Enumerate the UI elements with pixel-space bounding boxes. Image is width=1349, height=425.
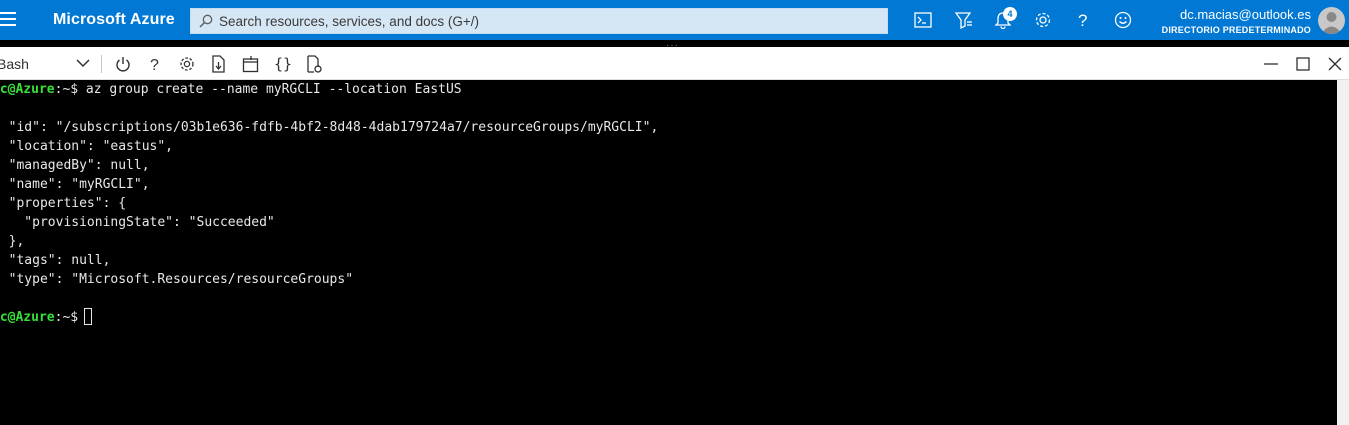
top-bar: Microsoft Azure 4 ? dc.macias@outlook.es…	[0, 0, 1349, 40]
brand-title[interactable]: Microsoft Azure	[53, 11, 175, 29]
maximize-icon[interactable]	[1294, 55, 1312, 73]
output-line: "tags": null,	[0, 253, 111, 268]
power-icon[interactable]	[114, 55, 132, 73]
user-directory: DIRECTORIO PREDETERMINADO	[1161, 25, 1311, 35]
shell-selector-value: Bash	[0, 56, 29, 72]
toolbar-divider	[101, 55, 102, 73]
cloud-shell-icon[interactable]	[913, 10, 933, 30]
prompt-user: dc@Azure	[0, 82, 55, 97]
output-line: "name": "myRGCLI",	[0, 177, 150, 192]
output-line: "type": "Microsoft.Resources/resourceGro…	[0, 272, 354, 287]
search-box[interactable]	[190, 8, 888, 34]
output-line: },	[8, 234, 25, 249]
user-email: dc.macias@outlook.es	[1180, 7, 1311, 22]
cloud-shell-toolbar: Bash ? {}	[0, 47, 1349, 80]
open-new-session-icon[interactable]	[242, 55, 260, 73]
chevron-down-icon	[76, 56, 90, 73]
settings-icon[interactable]	[1033, 10, 1053, 30]
command-line: dc@Azure:~$ az group create --name myRGC…	[0, 80, 462, 99]
directory-filter-icon[interactable]	[953, 10, 973, 30]
shell-selector[interactable]: Bash	[0, 53, 95, 75]
search-input[interactable]	[219, 9, 879, 33]
notification-count-badge: 4	[1003, 7, 1017, 21]
settings-icon[interactable]	[178, 55, 196, 73]
prompt-line: dc@Azure:~$	[0, 308, 93, 327]
minimize-icon[interactable]	[1262, 55, 1280, 73]
help-icon[interactable]: ?	[1073, 10, 1093, 30]
close-icon[interactable]	[1326, 55, 1344, 73]
prompt-user: dc@Azure	[0, 310, 55, 325]
help-icon[interactable]: ?	[146, 55, 164, 74]
user-account[interactable]: dc.macias@outlook.es DIRECTORIO PREDETER…	[1162, 7, 1311, 37]
feedback-icon[interactable]	[1113, 10, 1133, 30]
output-line: "id": "/subscriptions/03b1e636-fdfb-4bf2…	[0, 120, 659, 135]
terminal-cursor	[84, 308, 93, 325]
web-preview-icon[interactable]	[306, 55, 324, 73]
output-line: "managedBy": null,	[0, 158, 150, 173]
command-text: az group create --name myRGCLI --locatio…	[78, 82, 462, 97]
svg-text:{}: {}	[274, 55, 292, 73]
svg-text:?: ?	[150, 57, 159, 73]
menu-icon[interactable]	[0, 10, 22, 30]
prompt-path: :~$	[54, 310, 79, 325]
prompt-path: :~$	[54, 82, 79, 97]
output-line: "location": "eastus",	[0, 139, 174, 154]
braces-icon[interactable]: {}	[274, 55, 292, 73]
svg-text:?: ?	[1078, 11, 1087, 30]
output-line: "provisioningState": "Succeeded"	[0, 215, 275, 230]
search-icon	[199, 14, 213, 33]
avatar[interactable]	[1318, 7, 1345, 34]
terminal-area[interactable]: dc@Azure:~$ az group create --name myRGC…	[0, 80, 1337, 425]
output-line: "properties": {	[0, 196, 127, 211]
terminal-scrollbar[interactable]	[1337, 80, 1349, 425]
upload-download-icon[interactable]	[210, 55, 228, 73]
